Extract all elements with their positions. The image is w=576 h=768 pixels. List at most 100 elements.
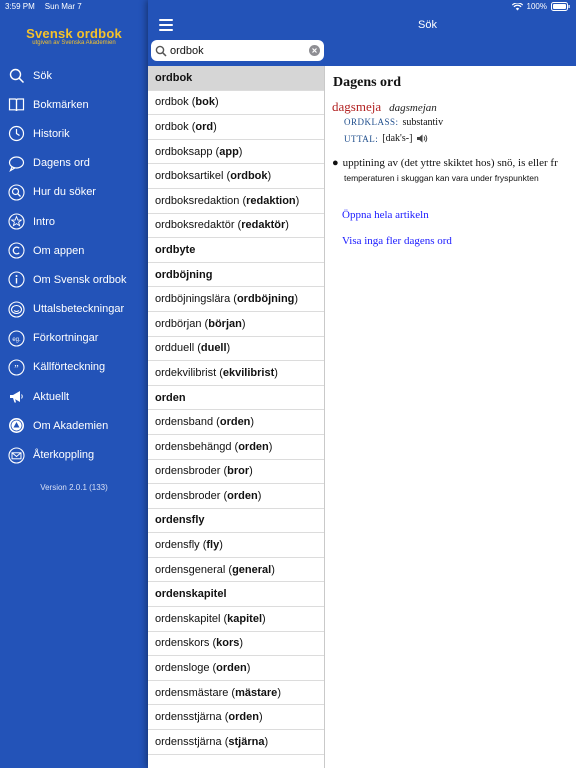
pronunciation-label: UTTAL: bbox=[344, 133, 379, 144]
copyright-icon bbox=[8, 242, 25, 259]
result-row[interactable]: ordenskors (kors) bbox=[148, 632, 324, 657]
clear-search-icon[interactable] bbox=[309, 45, 320, 56]
result-base-word: ekvilibrist bbox=[222, 366, 275, 379]
sidebar-item-om-appen[interactable]: Om appen bbox=[0, 236, 148, 265]
sidebar-item-om-akademien[interactable]: Om Akademien bbox=[0, 411, 148, 440]
sidebar-item-label: Återkoppling bbox=[33, 449, 95, 462]
result-row[interactable]: ordensbroder (bror) bbox=[148, 460, 324, 485]
open-article-link[interactable]: Öppna hela artikeln bbox=[342, 209, 429, 221]
svg-text:eg.: eg. bbox=[12, 337, 21, 343]
sidebar-item-sok[interactable]: Sök bbox=[0, 61, 148, 90]
sidebar-item-forkortningar[interactable]: eg. Förkortningar bbox=[0, 324, 148, 353]
result-row[interactable]: ordbörjan (början) bbox=[148, 312, 324, 337]
sidebar-item-label: Dagens ord bbox=[33, 157, 90, 170]
search-box[interactable] bbox=[151, 40, 324, 61]
hamburger-line bbox=[159, 24, 173, 26]
result-row[interactable]: ordensloge (orden) bbox=[148, 656, 324, 681]
sidebar-item-label: Uttalsbeteckningar bbox=[33, 303, 125, 316]
result-row[interactable]: ordensbroder (orden) bbox=[148, 484, 324, 509]
search-input[interactable] bbox=[170, 44, 309, 57]
smile-icon bbox=[8, 301, 25, 318]
result-word: ordekvilibrist bbox=[155, 366, 217, 379]
sidebar-item-om-svensk-ordbok[interactable]: Om Svensk ordbok bbox=[0, 265, 148, 294]
result-row[interactable]: ordensgeneral (general) bbox=[148, 558, 324, 583]
sidebar-item-label: Aktuellt bbox=[33, 390, 70, 403]
result-row[interactable]: ordbok bbox=[148, 66, 324, 91]
result-row[interactable]: ordensstjärna (orden) bbox=[148, 705, 324, 731]
sidebar-item-bokmarken[interactable]: Bokmärken bbox=[0, 90, 148, 119]
result-row[interactable]: ordduell (duell) bbox=[148, 337, 324, 362]
result-row[interactable]: ordekvilibrist (ekvilibrist) bbox=[148, 361, 324, 386]
result-base-word: orden bbox=[228, 711, 259, 724]
result-row[interactable]: ordboksartikel (ordbok) bbox=[148, 164, 324, 189]
result-row[interactable]: ordbok (bok) bbox=[148, 91, 324, 116]
status-bar-right: 100% bbox=[511, 2, 570, 11]
result-row[interactable]: ordboksapp (app) bbox=[148, 140, 324, 165]
sidebar-item-dagens-ord[interactable]: Dagens ord bbox=[0, 149, 148, 178]
result-word: ordböjning bbox=[155, 268, 213, 281]
result-base-word: app bbox=[219, 145, 239, 158]
pronunciation-value: [dak's-] bbox=[382, 133, 413, 144]
sidebar-item-aktuellt[interactable]: Aktuellt bbox=[0, 382, 148, 411]
result-row[interactable]: ordensband (orden) bbox=[148, 410, 324, 435]
result-row[interactable]: ordboksredaktion (redaktion) bbox=[148, 189, 324, 214]
sidebar-item-intro[interactable]: Intro bbox=[0, 207, 148, 236]
result-word: ordensbroder bbox=[155, 489, 221, 502]
nav-title: Sök bbox=[418, 19, 437, 31]
app-logo: Svensk ordbok utgiven av Svenska Akademi… bbox=[0, 26, 148, 46]
sidebar-item-label: Om Svensk ordbok bbox=[33, 273, 127, 286]
result-row[interactable]: ordensmästare (mästare) bbox=[148, 681, 324, 706]
sidebar-item-label: Hur du söker bbox=[33, 186, 96, 199]
result-word: ordbyte bbox=[155, 243, 196, 256]
result-word: ordensbroder bbox=[155, 465, 221, 478]
top-bar: 100% Sök bbox=[148, 0, 576, 66]
hide-word-of-day-link[interactable]: Visa inga fler dagens ord bbox=[342, 235, 452, 247]
word-class-label: ORDKLASS: bbox=[344, 117, 399, 127]
result-row[interactable]: ordenskapitel (kapitel) bbox=[148, 607, 324, 632]
result-row[interactable]: ordenskapitel bbox=[148, 582, 324, 608]
result-base-word: bror bbox=[227, 465, 250, 478]
result-row[interactable]: ordensbehängd (orden) bbox=[148, 435, 324, 460]
megaphone-icon bbox=[8, 388, 25, 405]
result-base-word: orden bbox=[216, 662, 247, 675]
sidebar-item-hur-du-soker[interactable]: Hur du söker bbox=[0, 178, 148, 207]
sidebar: 3:59 PM Sun Mar 7 Svensk ordbok utgiven … bbox=[0, 0, 148, 768]
quote-icon: ” bbox=[8, 359, 25, 376]
result-word: ordenskapitel bbox=[155, 612, 221, 625]
example-text: temperaturen i skuggan kan vara under fr… bbox=[344, 173, 539, 183]
battery-percent: 100% bbox=[526, 2, 547, 11]
search-icon bbox=[8, 67, 25, 84]
academy-seal-icon bbox=[8, 417, 25, 434]
result-row[interactable]: orden bbox=[148, 386, 324, 411]
result-row[interactable]: ordboksredaktör (redaktör) bbox=[148, 214, 324, 239]
result-base-word: ordböjning bbox=[236, 293, 295, 306]
result-row[interactable]: ordbyte bbox=[148, 238, 324, 263]
sidebar-item-historik[interactable]: Historik bbox=[0, 119, 148, 148]
result-row[interactable]: ordbok (ord) bbox=[148, 115, 324, 140]
result-base-word: ord bbox=[195, 120, 214, 133]
result-word: ordbok bbox=[155, 96, 189, 109]
result-row[interactable]: ordensfly (fly) bbox=[148, 533, 324, 558]
result-base-word: duell bbox=[200, 342, 227, 355]
search-icon bbox=[155, 45, 167, 57]
hamburger-line bbox=[159, 19, 173, 21]
menu-toggle-button[interactable] bbox=[159, 19, 173, 31]
speaker-icon[interactable] bbox=[416, 133, 428, 144]
result-base-word: ordbok bbox=[230, 170, 268, 183]
sidebar-menu: Sök Bokmärken Historik Dagens ord Hur du sök… bbox=[0, 61, 148, 470]
result-word: orden bbox=[155, 391, 186, 404]
clock-icon bbox=[8, 125, 25, 142]
main-panel: 100% Sök ordbokordbok (bok)ordbok (ord)o… bbox=[148, 0, 576, 768]
result-word: ordenskors bbox=[155, 637, 210, 650]
result-word: ordensfly bbox=[155, 514, 205, 527]
result-row[interactable]: ordböjningslära (ordböjning) bbox=[148, 287, 324, 312]
hamburger-line bbox=[159, 29, 173, 31]
sidebar-item-kallforteckning[interactable]: ” Källförteckning bbox=[0, 353, 148, 382]
result-row[interactable]: ordensstjärna (stjärna) bbox=[148, 730, 324, 755]
word-of-the-day-panel: Dagens ord dagsmeja dagsmejan ORDKLASS: su… bbox=[325, 66, 576, 768]
book-icon bbox=[8, 96, 25, 113]
result-row[interactable]: ordböjning bbox=[148, 263, 324, 288]
result-row[interactable]: ordensfly bbox=[148, 509, 324, 534]
sidebar-item-aterkoppling[interactable]: Återkoppling bbox=[0, 440, 148, 469]
sidebar-item-uttalsbeteckningar[interactable]: Uttalsbeteckningar bbox=[0, 295, 148, 324]
